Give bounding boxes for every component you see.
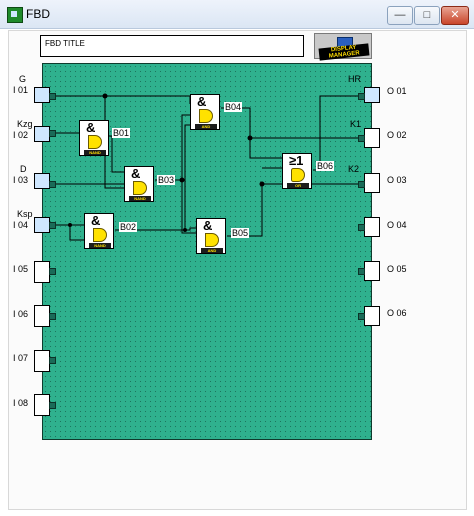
gate-b06-label: B06 xyxy=(316,161,335,171)
gate-b02-label: B02 xyxy=(119,222,138,232)
and-gate-icon xyxy=(205,233,219,247)
and-gate-icon xyxy=(199,109,213,123)
gate-b04-type: AND xyxy=(195,124,217,129)
output-connector-1[interactable] xyxy=(358,93,365,100)
input-id-3: I 03 xyxy=(13,175,29,185)
input-connector-2[interactable] xyxy=(49,130,56,137)
output-id-4: O 04 xyxy=(387,220,407,230)
gate-b03[interactable]: & NAND xyxy=(124,166,154,202)
output-port-4[interactable] xyxy=(364,217,380,237)
output-id-1: O 01 xyxy=(387,86,407,96)
gate-b05-symbol: & xyxy=(203,218,213,233)
input-switch-icon[interactable] xyxy=(34,126,50,142)
nand-gate-icon xyxy=(88,135,102,149)
gate-b05[interactable]: & AND xyxy=(196,218,226,254)
output-port-6[interactable] xyxy=(364,306,380,326)
input-connector-5[interactable] xyxy=(49,268,56,275)
input-id-6: I 06 xyxy=(13,309,29,319)
input-id-8: I 08 xyxy=(13,398,29,408)
input-name-4: Ksp xyxy=(17,209,33,219)
output-port-5[interactable] xyxy=(364,261,380,281)
gate-b06-type: OR xyxy=(287,183,309,188)
input-connector-8[interactable] xyxy=(49,402,56,409)
gate-b03-type: NAND xyxy=(129,196,151,201)
nand-gate-icon xyxy=(93,228,107,242)
input-connector-1[interactable] xyxy=(49,93,56,100)
input-port-8[interactable] xyxy=(34,394,50,416)
input-id-5: I 05 xyxy=(13,264,29,274)
input-id-4: I 04 xyxy=(13,220,29,230)
nand-gate-icon xyxy=(133,181,147,195)
gate-b05-type: AND xyxy=(201,248,223,253)
gate-b03-symbol: & xyxy=(131,166,141,181)
input-connector-4[interactable] xyxy=(49,222,56,229)
gate-b06-symbol: ≥1 xyxy=(289,153,304,168)
output-name-1: HR xyxy=(348,74,361,84)
output-name-3: K2 xyxy=(348,164,360,174)
gate-b04-symbol: & xyxy=(197,94,207,109)
input-connector-6[interactable] xyxy=(49,313,56,320)
output-id-6: O 06 xyxy=(387,308,407,318)
gate-b04[interactable]: & AND xyxy=(190,94,220,130)
input-port-5[interactable] xyxy=(34,261,50,283)
input-id-2: I 02 xyxy=(13,130,29,140)
wiring xyxy=(52,93,362,241)
input-id-1: I 01 xyxy=(13,85,29,95)
output-connector-2[interactable] xyxy=(358,135,365,142)
gate-b01[interactable]: & NAND xyxy=(79,120,109,156)
input-name-1: G xyxy=(19,74,27,84)
gate-b05-label: B05 xyxy=(231,228,250,238)
input-name-3: D xyxy=(20,164,27,174)
gate-b02-type: NAND xyxy=(89,243,111,248)
output-connector-5[interactable] xyxy=(358,268,365,275)
gate-b06[interactable]: ≥1 OR xyxy=(282,153,312,189)
input-switch-icon[interactable] xyxy=(34,217,50,233)
output-id-3: O 03 xyxy=(387,175,407,185)
output-connector-6[interactable] xyxy=(358,313,365,320)
output-id-2: O 02 xyxy=(387,130,407,140)
input-port-7[interactable] xyxy=(34,350,50,372)
gate-b01-label: B01 xyxy=(112,128,131,138)
gate-b04-label: B04 xyxy=(224,102,243,112)
gate-b01-type: NAND xyxy=(84,150,106,155)
output-port-2[interactable] xyxy=(364,128,380,148)
input-name-2: Kzg xyxy=(17,119,33,129)
input-id-7: I 07 xyxy=(13,353,29,363)
output-name-2: K1 xyxy=(350,119,362,129)
input-switch-icon[interactable] xyxy=(34,173,50,189)
output-connector-4[interactable] xyxy=(358,224,365,231)
gate-b02[interactable]: & NAND xyxy=(84,213,114,249)
gate-b03-label: B03 xyxy=(157,175,176,185)
output-port-3[interactable] xyxy=(364,173,380,193)
input-port-6[interactable] xyxy=(34,305,50,327)
input-switch-icon[interactable] xyxy=(34,87,50,103)
or-gate-icon xyxy=(291,168,305,182)
output-connector-3[interactable] xyxy=(358,181,365,188)
output-lamp-icon[interactable] xyxy=(364,87,380,103)
gate-b02-symbol: & xyxy=(91,213,101,228)
input-connector-3[interactable] xyxy=(49,181,56,188)
output-id-5: O 05 xyxy=(387,264,407,274)
input-connector-7[interactable] xyxy=(49,357,56,364)
gate-b01-symbol: & xyxy=(86,120,96,135)
